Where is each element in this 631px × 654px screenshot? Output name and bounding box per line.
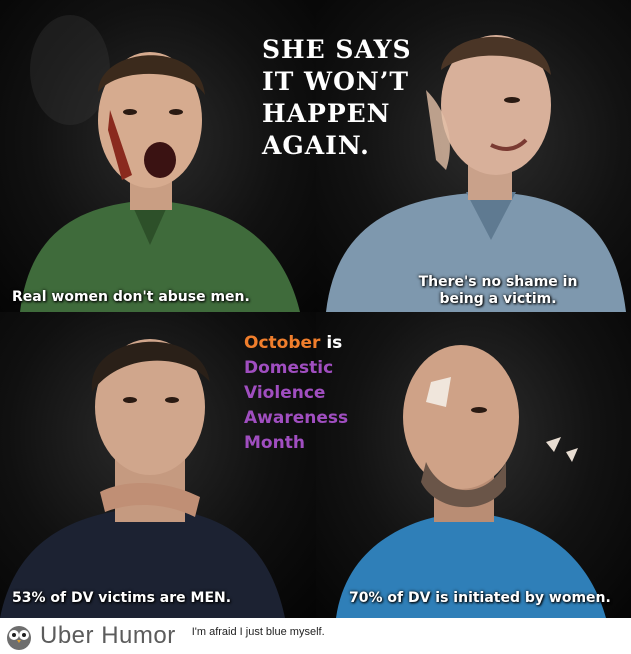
- brand-name[interactable]: Uber Humor: [40, 622, 176, 650]
- awareness-line: Month: [244, 433, 305, 453]
- awareness-line: Violence: [244, 383, 326, 403]
- awareness-month-text: October is Domestic Violence Awareness M…: [244, 331, 348, 456]
- month-is: is: [320, 333, 343, 353]
- caption-line: There's no shame in: [418, 274, 578, 290]
- caption-top-right: There's no shame in being a victim.: [398, 274, 598, 308]
- headline: SHE SAYS IT WON’T HAPPEN AGAIN.: [262, 34, 412, 162]
- poster: SHE SAYS IT WON’T HAPPEN AGAIN. Real wom…: [0, 0, 631, 618]
- caption-top-left: Real women don't abuse men.: [12, 289, 250, 305]
- caption-line: being a victim.: [439, 291, 557, 307]
- tagline: I'm afraid I just blue myself.: [191, 626, 325, 638]
- owl-logo-icon: [7, 626, 31, 650]
- headline-line: IT WON’T: [262, 67, 410, 96]
- headline-line: HAPPEN: [262, 99, 391, 128]
- caption-bottom-right: 70% of DV is initiated by women.: [349, 590, 611, 606]
- headline-line: AGAIN.: [262, 131, 370, 160]
- month-name: October: [244, 333, 321, 353]
- panel-bottom-right: [316, 312, 631, 618]
- caption-bottom-left: 53% of DV victims are MEN.: [12, 590, 232, 606]
- headline-line: SHE SAYS: [262, 35, 412, 64]
- footer-bar: Uber Humor I'm afraid I just blue myself…: [0, 618, 631, 654]
- awareness-line: Awareness: [244, 408, 349, 428]
- shattered-man-photo: [336, 345, 606, 618]
- awareness-line: Domestic: [244, 358, 334, 378]
